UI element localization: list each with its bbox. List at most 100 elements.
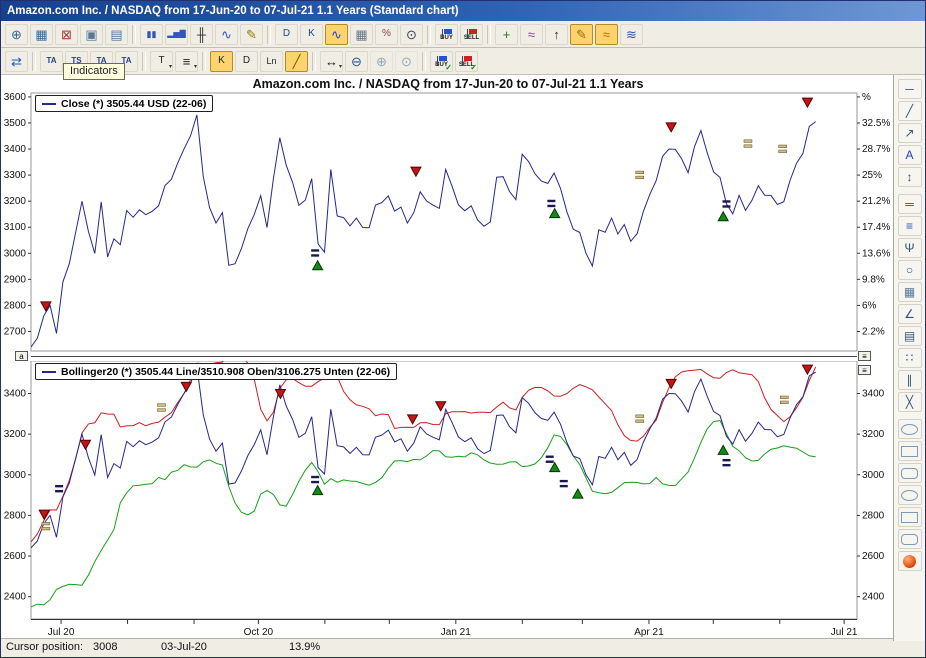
measure-tool[interactable]: ↕	[898, 167, 922, 187]
multi-wave-button[interactable]: ≋	[620, 24, 643, 45]
neutral-bars-marker[interactable]	[780, 401, 788, 404]
position-bars-marker[interactable]	[547, 200, 555, 202]
arrow-annotation-button[interactable]: ↑	[545, 24, 568, 45]
close-chart-button[interactable]: ⊠	[55, 24, 78, 45]
print-button[interactable]: ▤	[105, 24, 128, 45]
line-mode-button[interactable]: ∿	[325, 24, 348, 45]
rectangle-icon	[901, 446, 918, 457]
grid-toggle-button[interactable]: ▦	[350, 24, 373, 45]
d-scale-button[interactable]: D	[235, 51, 258, 72]
neutral-bars-marker[interactable]	[779, 150, 787, 153]
cross-tool[interactable]: ╳	[898, 392, 922, 412]
y-axis-label: 3400	[4, 389, 27, 400]
panel-divider[interactable]	[31, 356, 857, 357]
neutral-bars-marker[interactable]	[779, 145, 787, 148]
position-bars-marker[interactable]	[55, 490, 63, 492]
neutral-bars-marker[interactable]	[636, 176, 644, 179]
percent-scale-button[interactable]: %	[375, 24, 398, 45]
neutral-bars-marker[interactable]	[158, 404, 166, 407]
fan-tool[interactable]: ∠	[898, 304, 922, 324]
panel-menu-button[interactable]: ≡	[858, 351, 871, 361]
neutral-bars-marker[interactable]	[780, 396, 788, 399]
parallel-tool[interactable]: ∥	[898, 370, 922, 390]
position-bars-marker[interactable]	[546, 456, 554, 458]
position-bars-marker[interactable]	[722, 205, 730, 207]
sphere-button[interactable]	[898, 551, 922, 571]
neutral-bars-marker[interactable]	[158, 409, 166, 412]
wave-tool-button[interactable]: ≈	[595, 24, 618, 45]
add-indicator-button[interactable]: +	[495, 24, 518, 45]
neutral-bars-marker[interactable]	[636, 171, 644, 174]
pointer-mode-dropdown[interactable]: ↔▾	[320, 51, 343, 72]
new-chart-button[interactable]: ⊕	[5, 24, 28, 45]
draw-style-button[interactable]: ✎	[240, 24, 263, 45]
panel-annotation-button[interactable]: a	[15, 351, 28, 361]
rectangle-tool[interactable]	[898, 441, 922, 461]
position-bars-marker[interactable]	[560, 485, 568, 487]
position-bars-marker[interactable]	[311, 249, 319, 251]
ellipse-filled-tool[interactable]	[898, 485, 922, 505]
bar-style-button[interactable]: ▮▮	[140, 24, 163, 45]
pitchfork-tool[interactable]: Ψ	[898, 238, 922, 258]
roundrect-filled-tool[interactable]	[898, 529, 922, 549]
text-tool-dropdown[interactable]: T▾	[150, 51, 173, 72]
position-bars-marker[interactable]	[311, 476, 319, 478]
grid-tool[interactable]: ▦	[898, 282, 922, 302]
close-legend[interactable]: Close (*) 3505.44 USD (22-06)	[35, 95, 213, 112]
neutral-bars-marker[interactable]	[744, 145, 752, 148]
indicators-tooltip: Indicators	[63, 63, 125, 80]
bollinger-panel[interactable]: 3400340032003200300030002800280026002600…	[1, 361, 895, 639]
refresh-button[interactable]: ⇄	[5, 51, 28, 72]
candle-period-button[interactable]: K	[300, 24, 323, 45]
zoom-out-button[interactable]: ⊖	[345, 51, 368, 72]
dots-tool[interactable]: ∷	[898, 348, 922, 368]
neutral-bars-marker[interactable]	[42, 522, 50, 525]
roundrect-tool[interactable]	[898, 463, 922, 483]
position-bars-marker[interactable]	[722, 464, 730, 466]
trendline-tool[interactable]: ╱	[898, 101, 922, 121]
position-bars-marker[interactable]	[722, 459, 730, 461]
sell-signal-button[interactable]: SELL✓	[455, 51, 478, 72]
position-bars-marker[interactable]	[547, 205, 555, 207]
buy-signal-button[interactable]: BUY✓	[430, 51, 453, 72]
data-table-button[interactable]: ▦	[30, 24, 53, 45]
pencil-tool-button[interactable]: ✎	[570, 24, 593, 45]
list-dropdown[interactable]: ≡▾	[175, 51, 198, 72]
position-bars-marker[interactable]	[560, 480, 568, 482]
neutral-bars-marker[interactable]	[636, 415, 644, 418]
bollinger-legend[interactable]: Bollinger20 (*) 3505.44 Line/3510.908 Ob…	[35, 363, 397, 380]
position-bars-marker[interactable]	[722, 200, 730, 202]
histogram-style-button[interactable]: ▂▅▇	[165, 24, 188, 45]
snapshot-button[interactable]: ▣	[80, 24, 103, 45]
ln-scale-button[interactable]: Ln	[260, 51, 283, 72]
position-bars-marker[interactable]	[311, 254, 319, 256]
fibonacci-tool[interactable]: ≡	[898, 216, 922, 236]
rectangle-filled-tool[interactable]	[898, 507, 922, 527]
sell-flag-button[interactable]: SELL	[460, 24, 483, 45]
daily-period-button[interactable]: D	[275, 24, 298, 45]
hline-tool[interactable]: ─	[898, 79, 922, 99]
gann-tool[interactable]: ▤	[898, 326, 922, 346]
channel-tool[interactable]: ═	[898, 194, 922, 214]
neutral-bars-marker[interactable]	[42, 527, 50, 530]
text-tool[interactable]: A	[898, 145, 922, 165]
position-bars-marker[interactable]	[311, 481, 319, 483]
ruler-button[interactable]: ╱	[285, 51, 308, 72]
time-scale-button[interactable]: ⊙	[400, 24, 423, 45]
neutral-bars-marker[interactable]	[744, 140, 752, 143]
price-panel[interactable]: 3600350034003300320031003000290028002700…	[1, 91, 895, 353]
position-bars-marker[interactable]	[55, 485, 63, 487]
toolbar-separator	[202, 52, 206, 71]
ellipse-tool[interactable]	[898, 419, 922, 439]
ray-tool[interactable]: ↗	[898, 123, 922, 143]
candlestick-style-button[interactable]: ╫	[190, 24, 213, 45]
zigzag-button[interactable]: ≈	[520, 24, 543, 45]
position-bars-marker[interactable]	[546, 461, 554, 463]
k-scale-button[interactable]: K	[210, 51, 233, 72]
line-style-button[interactable]: ∿	[215, 24, 238, 45]
ta-panel-button[interactable]: TA	[40, 51, 63, 72]
neutral-bars-marker[interactable]	[636, 420, 644, 423]
indicator-panel-menu-button[interactable]: ≡	[858, 365, 871, 375]
buy-flag-button[interactable]: BUY	[435, 24, 458, 45]
circle-tool[interactable]: ○	[898, 260, 922, 280]
